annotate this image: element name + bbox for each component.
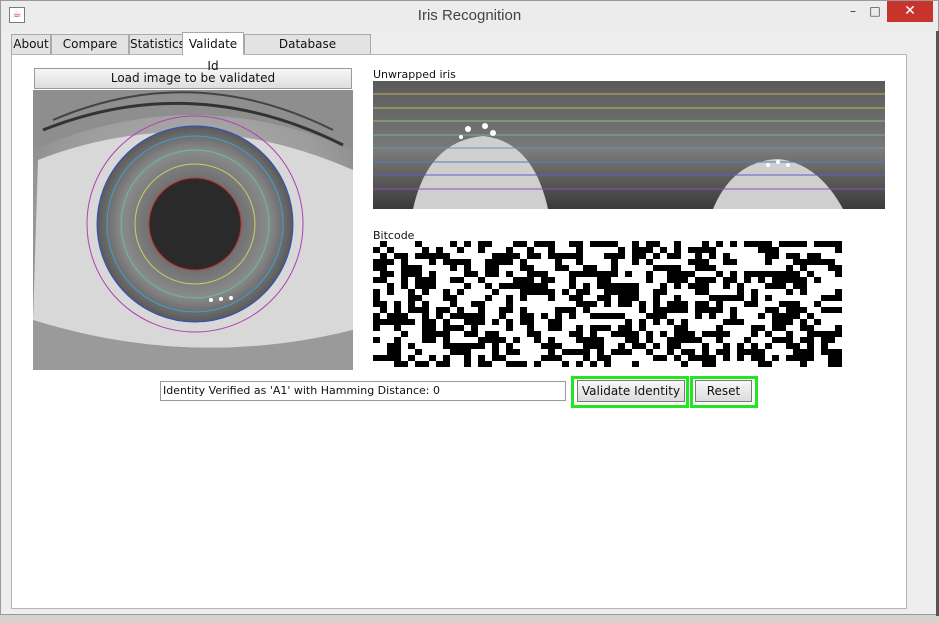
app-window: ☕ Iris Recognition – □ ✕ About Compare T… [0,0,939,616]
tab-validate-id[interactable]: Validate Id [182,32,244,73]
result-field[interactable]: Identity Verified as 'A1' with Hamming D… [160,381,566,401]
tab-compare-two[interactable]: Compare Two [51,34,129,70]
reset-button[interactable]: Reset [695,380,752,402]
title-bar[interactable]: ☕ Iris Recognition – □ ✕ [1,1,938,31]
unwrapped-iris-image [373,81,885,209]
validate-identity-button[interactable]: Validate Identity [577,380,685,402]
tab-statistics[interactable]: Statistics [129,34,185,54]
maximize-button[interactable]: □ [861,1,889,21]
load-image-button[interactable]: Load image to be validated [34,68,352,89]
close-button[interactable]: ✕ [887,1,933,22]
unwrapped-iris-label: Unwrapped iris [373,68,456,81]
tab-database-administration[interactable]: Database Administration [244,34,371,70]
bitcode-image [373,241,848,369]
tab-about[interactable]: About [11,34,51,54]
window-title: Iris Recognition [417,7,522,24]
eye-image [33,90,353,370]
